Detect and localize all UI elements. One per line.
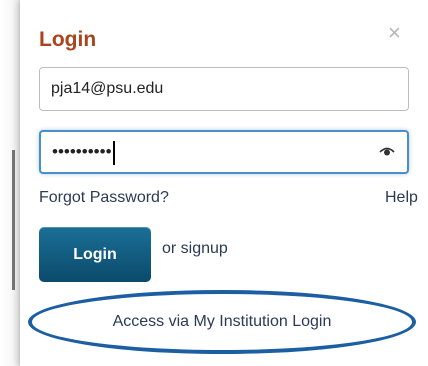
email-value: pja14@psu.edu xyxy=(51,80,164,97)
text-caret xyxy=(112,140,115,165)
background-divider xyxy=(12,150,15,290)
password-value: •••••••••• xyxy=(52,142,112,161)
login-panel: Login × pja14@psu.edu •••••••••• Forgot … xyxy=(20,0,428,366)
eye-icon[interactable] xyxy=(379,145,395,157)
panel-title: Login xyxy=(39,28,97,51)
password-field[interactable]: •••••••••• xyxy=(39,130,409,174)
signup-link[interactable]: or signup xyxy=(162,240,228,258)
forgot-password-link[interactable]: Forgot Password? xyxy=(39,189,169,207)
help-link[interactable]: Help xyxy=(385,189,418,207)
background-page-edge xyxy=(0,0,20,366)
institution-login-link[interactable]: Access via My Institution Login xyxy=(28,290,416,354)
close-icon[interactable]: × xyxy=(388,22,401,44)
email-field[interactable]: pja14@psu.edu xyxy=(39,67,409,111)
login-button[interactable]: Login xyxy=(39,227,151,282)
